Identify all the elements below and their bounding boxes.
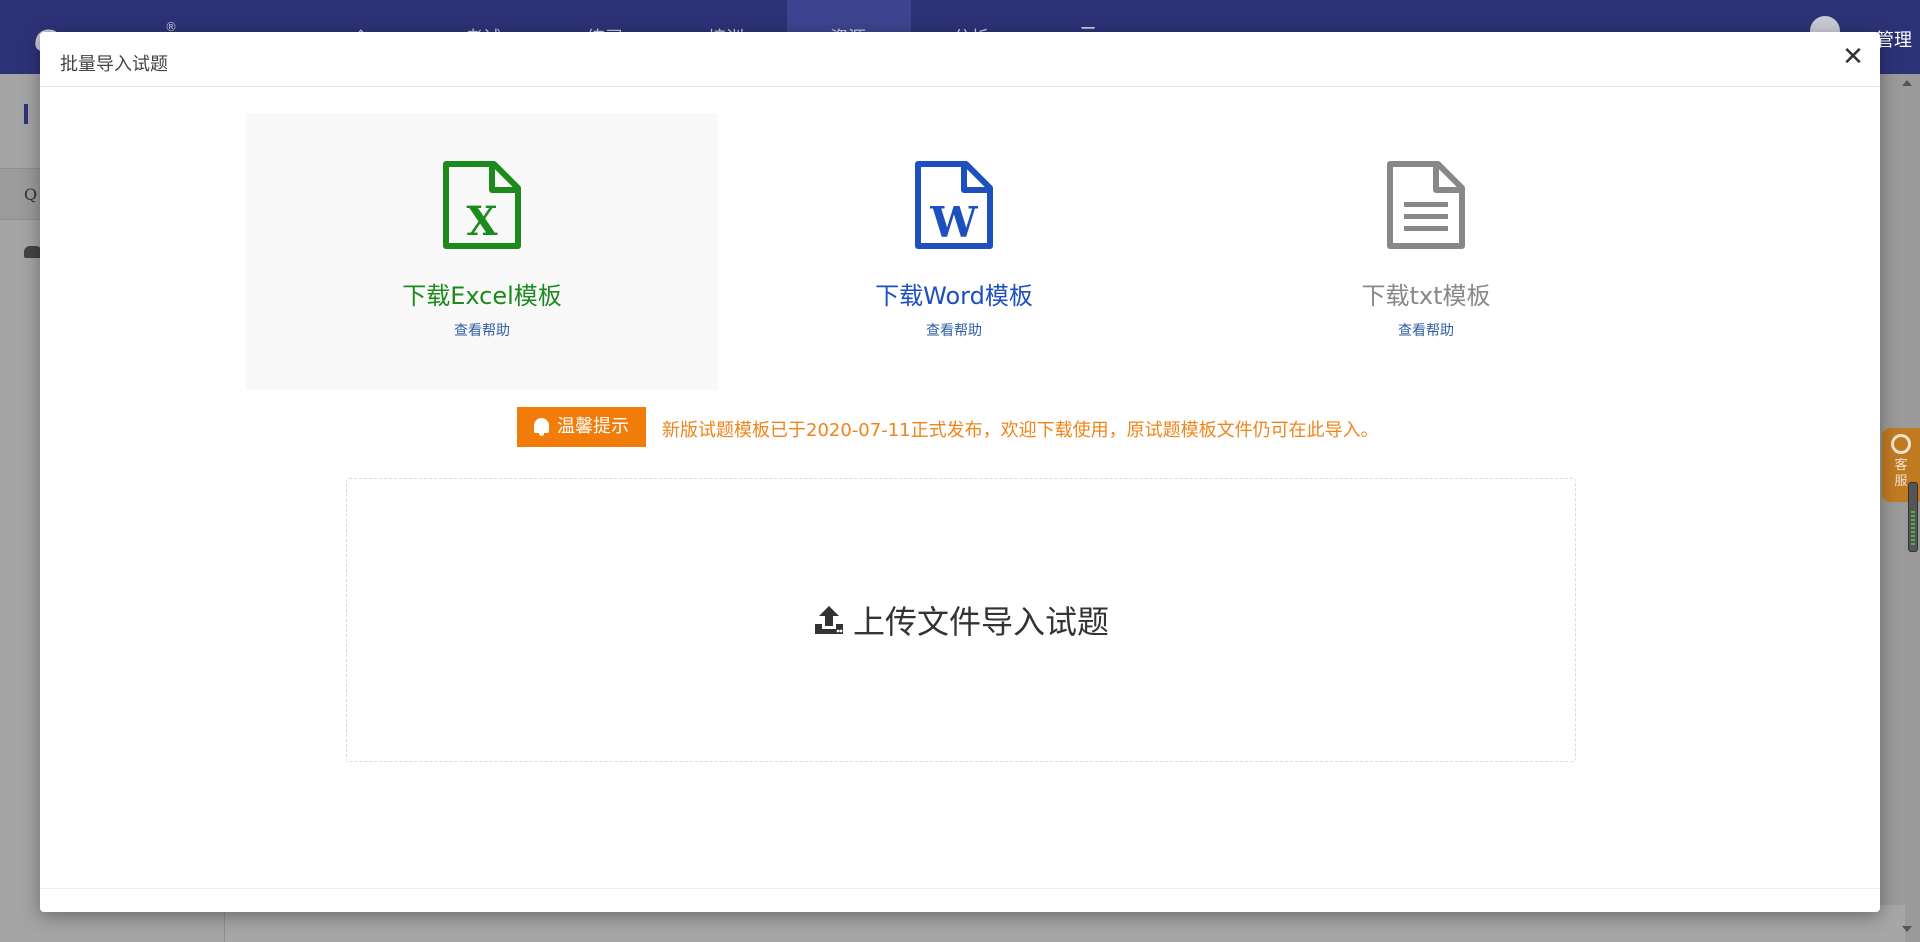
headset-icon — [1891, 434, 1911, 454]
customer-service-label: 客服 — [1894, 458, 1908, 489]
txt-file-icon — [1387, 161, 1465, 249]
admin-link[interactable]: 管理 — [1876, 26, 1912, 52]
excel-file-icon: X — [443, 161, 521, 249]
modal-footer-divider — [40, 888, 1880, 889]
modal-title: 批量导入试题 — [60, 54, 168, 75]
download-word-template-card[interactable]: W 下载Word模板 查看帮助 — [718, 113, 1190, 390]
upload-button[interactable]: 上传文件导入试题 — [347, 597, 1575, 643]
sidebar-item-label: Q — [24, 185, 38, 204]
tip-badge: 温馨提示 — [517, 407, 646, 447]
tip-text: 新版试题模板已于2020-07-11正式发布，欢迎下载使用，原试题模板文件仍可在… — [662, 420, 1379, 441]
upload-icon — [814, 606, 843, 634]
word-file-icon: W — [915, 161, 993, 249]
excel-icon-letter: X — [466, 198, 497, 245]
upload-label: 上传文件导入试题 — [852, 603, 1109, 641]
scrollbar-down-arrow-icon[interactable] — [1902, 926, 1912, 932]
sidebar-accent-bar — [24, 104, 28, 124]
download-excel-template-card[interactable]: X 下载Excel模板 查看帮助 — [246, 113, 718, 390]
excel-help-link[interactable]: 查看帮助 — [246, 320, 718, 340]
import-questions-modal: 批量导入试题 ✕ X 下载Excel模板 查看帮助 W 下载Word模板 查看帮… — [40, 32, 1880, 912]
modal-header: 批量导入试题 ✕ — [40, 32, 1880, 87]
download-word-template-link[interactable]: 下载Word模板 — [718, 276, 1190, 311]
word-icon-letter: W — [929, 198, 978, 247]
download-txt-template-card[interactable]: 下载txt模板 查看帮助 — [1190, 113, 1662, 390]
download-excel-template-link[interactable]: 下载Excel模板 — [246, 276, 718, 311]
close-icon[interactable]: ✕ — [1838, 42, 1868, 72]
upload-dropzone[interactable]: 上传文件导入试题 — [346, 478, 1576, 762]
volume-meter — [1908, 482, 1918, 552]
download-txt-template-link[interactable]: 下载txt模板 — [1190, 276, 1662, 311]
tip-badge-label: 温馨提示 — [557, 416, 629, 437]
word-help-link[interactable]: 查看帮助 — [718, 320, 1190, 340]
scrollbar-up-arrow-icon[interactable] — [1902, 80, 1912, 86]
bell-icon — [534, 418, 549, 436]
txt-help-link[interactable]: 查看帮助 — [1190, 320, 1662, 340]
